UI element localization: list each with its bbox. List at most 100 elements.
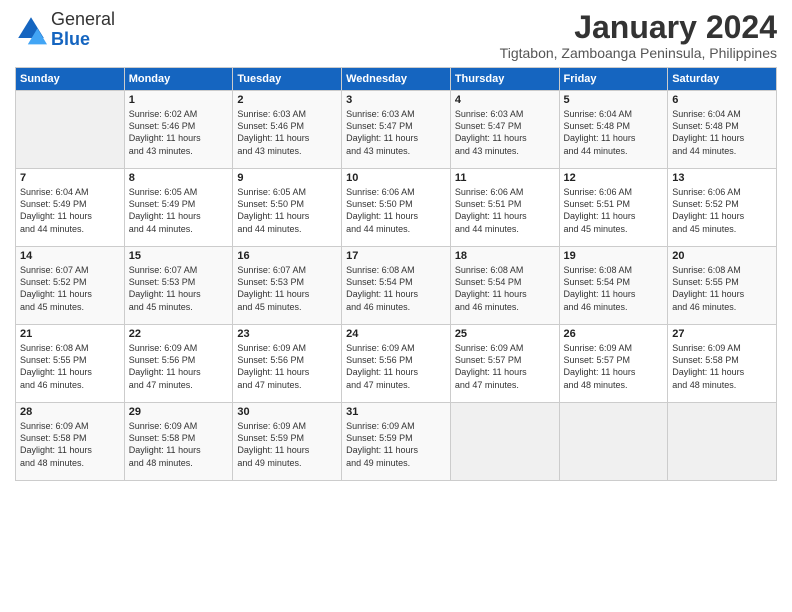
calendar-cell: 30 Sunrise: 6:09 AM Sunset: 5:59 PM Dayli… <box>233 403 342 481</box>
day-number: 3 <box>346 94 446 106</box>
calendar-cell: 10 Sunrise: 6:06 AM Sunset: 5:50 PM Dayli… <box>342 169 451 247</box>
day-number: 22 <box>129 328 229 340</box>
day-header-saturday: Saturday <box>668 68 777 91</box>
calendar-cell: 20Sunrise: 6:08 AM Sunset: 5:55 PM Dayli… <box>668 247 777 325</box>
page: General Blue January 2024 Tigtabon, Zamb… <box>0 0 792 612</box>
calendar-cell: 31 Sunrise: 6:09 AM Sunset: 5:59 PM Dayli… <box>342 403 451 481</box>
day-info: Sunrise: 6:06 AM Sunset: 5:50 PM Dayligh… <box>346 186 446 235</box>
calendar-cell: 17 Sunrise: 6:08 AM Sunset: 5:54 PM Dayli… <box>342 247 451 325</box>
day-number: 19 <box>564 250 664 262</box>
day-number: 1 <box>129 94 229 106</box>
day-number: 14 <box>20 250 120 262</box>
week-row-2: 7 Sunrise: 6:04 AM Sunset: 5:49 PM Daylig… <box>16 169 777 247</box>
calendar-cell: 13 Sunrise: 6:06 AM Sunset: 5:52 PM Dayli… <box>668 169 777 247</box>
calendar-cell: 19 Sunrise: 6:08 AM Sunset: 5:54 PM Dayli… <box>559 247 668 325</box>
day-number: 13 <box>672 172 772 184</box>
day-number: 10 <box>346 172 446 184</box>
calendar-cell: 12 Sunrise: 6:06 AM Sunset: 5:51 PM Dayli… <box>559 169 668 247</box>
calendar-cell: 9 Sunrise: 6:05 AM Sunset: 5:50 PM Daylig… <box>233 169 342 247</box>
day-number: 9 <box>237 172 337 184</box>
day-header-sunday: Sunday <box>16 68 125 91</box>
calendar-cell: 29Sunrise: 6:09 AM Sunset: 5:58 PM Dayli… <box>124 403 233 481</box>
day-number: 27 <box>672 328 772 340</box>
day-number: 7 <box>20 172 120 184</box>
day-number: 29 <box>129 406 229 418</box>
day-number: 5 <box>564 94 664 106</box>
calendar-cell: 7 Sunrise: 6:04 AM Sunset: 5:49 PM Daylig… <box>16 169 125 247</box>
day-info: Sunrise: 6:08 AM Sunset: 5:55 PM Dayligh… <box>20 342 120 391</box>
day-number: 28 <box>20 406 120 418</box>
day-info: Sunrise: 6:09 AM Sunset: 5:58 PM Dayligh… <box>672 342 772 391</box>
day-info: Sunrise: 6:09 AM Sunset: 5:59 PM Dayligh… <box>346 420 446 469</box>
day-number: 23 <box>237 328 337 340</box>
calendar-cell: 11Sunrise: 6:06 AM Sunset: 5:51 PM Dayli… <box>450 169 559 247</box>
day-header-tuesday: Tuesday <box>233 68 342 91</box>
day-info: Sunrise: 6:04 AM Sunset: 5:48 PM Dayligh… <box>564 108 664 157</box>
calendar-cell: 3 Sunrise: 6:03 AM Sunset: 5:47 PM Daylig… <box>342 91 451 169</box>
calendar-cell: 22 Sunrise: 6:09 AM Sunset: 5:56 PM Dayli… <box>124 325 233 403</box>
day-info: Sunrise: 6:09 AM Sunset: 5:57 PM Dayligh… <box>564 342 664 391</box>
day-info: Sunrise: 6:05 AM Sunset: 5:50 PM Dayligh… <box>237 186 337 235</box>
calendar-cell: 23Sunrise: 6:09 AM Sunset: 5:56 PM Dayli… <box>233 325 342 403</box>
day-number: 31 <box>346 406 446 418</box>
day-info: Sunrise: 6:06 AM Sunset: 5:52 PM Dayligh… <box>672 186 772 235</box>
day-info: Sunrise: 6:09 AM Sunset: 5:59 PM Dayligh… <box>237 420 337 469</box>
calendar-cell: 14Sunrise: 6:07 AM Sunset: 5:52 PM Dayli… <box>16 247 125 325</box>
day-info: Sunrise: 6:04 AM Sunset: 5:48 PM Dayligh… <box>672 108 772 157</box>
day-number: 15 <box>129 250 229 262</box>
calendar-cell: 26 Sunrise: 6:09 AM Sunset: 5:57 PM Dayli… <box>559 325 668 403</box>
day-number: 17 <box>346 250 446 262</box>
day-info: Sunrise: 6:04 AM Sunset: 5:49 PM Dayligh… <box>20 186 120 235</box>
day-info: Sunrise: 6:09 AM Sunset: 5:56 PM Dayligh… <box>129 342 229 391</box>
day-info: Sunrise: 6:03 AM Sunset: 5:46 PM Dayligh… <box>237 108 337 157</box>
header: General Blue January 2024 Tigtabon, Zamb… <box>15 10 777 61</box>
day-info: Sunrise: 6:02 AM Sunset: 5:46 PM Dayligh… <box>129 108 229 157</box>
calendar-cell: 21 Sunrise: 6:08 AM Sunset: 5:55 PM Dayli… <box>16 325 125 403</box>
day-header-monday: Monday <box>124 68 233 91</box>
calendar-cell: 8Sunrise: 6:05 AM Sunset: 5:49 PM Daylig… <box>124 169 233 247</box>
day-number: 6 <box>672 94 772 106</box>
day-number: 30 <box>237 406 337 418</box>
calendar-cell: 28 Sunrise: 6:09 AM Sunset: 5:58 PM Dayli… <box>16 403 125 481</box>
day-info: Sunrise: 6:08 AM Sunset: 5:54 PM Dayligh… <box>455 264 555 313</box>
day-number: 26 <box>564 328 664 340</box>
day-info: Sunrise: 6:06 AM Sunset: 5:51 PM Dayligh… <box>564 186 664 235</box>
calendar-cell: 1 Sunrise: 6:02 AM Sunset: 5:46 PM Daylig… <box>124 91 233 169</box>
week-row-5: 28 Sunrise: 6:09 AM Sunset: 5:58 PM Dayli… <box>16 403 777 481</box>
day-number: 12 <box>564 172 664 184</box>
day-number: 4 <box>455 94 555 106</box>
month-title: January 2024 <box>500 10 777 45</box>
day-number: 20 <box>672 250 772 262</box>
calendar-cell <box>668 403 777 481</box>
day-info: Sunrise: 6:08 AM Sunset: 5:54 PM Dayligh… <box>346 264 446 313</box>
day-info: Sunrise: 6:09 AM Sunset: 5:57 PM Dayligh… <box>455 342 555 391</box>
calendar-cell <box>559 403 668 481</box>
day-number: 2 <box>237 94 337 106</box>
week-row-3: 14Sunrise: 6:07 AM Sunset: 5:52 PM Dayli… <box>16 247 777 325</box>
calendar-cell: 24 Sunrise: 6:09 AM Sunset: 5:56 PM Dayli… <box>342 325 451 403</box>
day-header-friday: Friday <box>559 68 668 91</box>
calendar-cell: 6 Sunrise: 6:04 AM Sunset: 5:48 PM Daylig… <box>668 91 777 169</box>
day-number: 25 <box>455 328 555 340</box>
calendar-body: 1 Sunrise: 6:02 AM Sunset: 5:46 PM Daylig… <box>16 91 777 481</box>
day-info: Sunrise: 6:08 AM Sunset: 5:54 PM Dayligh… <box>564 264 664 313</box>
week-row-4: 21 Sunrise: 6:08 AM Sunset: 5:55 PM Dayli… <box>16 325 777 403</box>
day-number: 18 <box>455 250 555 262</box>
day-header-wednesday: Wednesday <box>342 68 451 91</box>
day-info: Sunrise: 6:03 AM Sunset: 5:47 PM Dayligh… <box>346 108 446 157</box>
day-number: 21 <box>20 328 120 340</box>
title-section: January 2024 Tigtabon, Zamboanga Peninsu… <box>500 10 777 61</box>
day-info: Sunrise: 6:09 AM Sunset: 5:58 PM Dayligh… <box>20 420 120 469</box>
day-info: Sunrise: 6:09 AM Sunset: 5:56 PM Dayligh… <box>346 342 446 391</box>
day-number: 16 <box>237 250 337 262</box>
calendar-cell: 5 Sunrise: 6:04 AM Sunset: 5:48 PM Daylig… <box>559 91 668 169</box>
day-info: Sunrise: 6:03 AM Sunset: 5:47 PM Dayligh… <box>455 108 555 157</box>
day-info: Sunrise: 6:06 AM Sunset: 5:51 PM Dayligh… <box>455 186 555 235</box>
calendar-cell: 2 Sunrise: 6:03 AM Sunset: 5:46 PM Daylig… <box>233 91 342 169</box>
calendar-cell: 25 Sunrise: 6:09 AM Sunset: 5:57 PM Dayli… <box>450 325 559 403</box>
day-number: 24 <box>346 328 446 340</box>
day-info: Sunrise: 6:05 AM Sunset: 5:49 PM Dayligh… <box>129 186 229 235</box>
day-header-thursday: Thursday <box>450 68 559 91</box>
calendar-cell: 4 Sunrise: 6:03 AM Sunset: 5:47 PM Daylig… <box>450 91 559 169</box>
week-row-1: 1 Sunrise: 6:02 AM Sunset: 5:46 PM Daylig… <box>16 91 777 169</box>
